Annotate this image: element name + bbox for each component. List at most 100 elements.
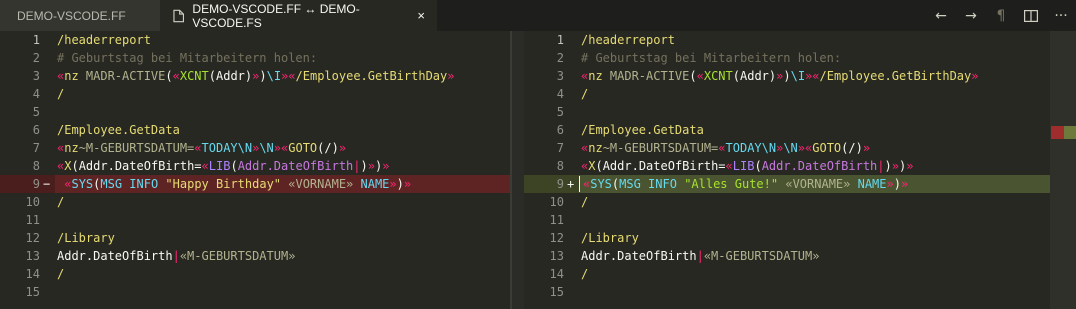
code-token: / xyxy=(57,195,65,209)
overview-ruler[interactable] xyxy=(1050,31,1076,309)
code-line[interactable]: 1/headerreport xyxy=(0,31,510,49)
line-number: 12 xyxy=(549,231,564,245)
code-token: / xyxy=(57,87,65,101)
code-token: NAME xyxy=(353,177,390,191)
next-change-icon[interactable]: → xyxy=(956,0,986,31)
code-token: » xyxy=(403,177,412,191)
whitespace-toggle-icon[interactable]: ¶ xyxy=(986,0,1016,31)
code-line[interactable]: 14 / xyxy=(524,265,1050,283)
code-text: /headerreport xyxy=(581,31,675,49)
code-line[interactable]: 3 «nz MADR-ACTIVE(«XCNT(Addr)»)\I»«/Emplo… xyxy=(524,67,1050,85)
code-token: «M-GEBURTSDATUM» xyxy=(703,249,820,263)
code-token: XCNT xyxy=(703,69,733,83)
code-text: /Library xyxy=(581,229,639,247)
line-number-gutter: 6 xyxy=(524,121,576,139)
line-number-gutter: 3 xyxy=(0,67,52,85)
code-line[interactable]: 2 # Geburtstag bei Mitarbeitern holen: xyxy=(524,49,1050,67)
code-line[interactable]: 10 / xyxy=(524,193,1050,211)
code-line[interactable]: 11 xyxy=(0,211,510,229)
code-token: SYS xyxy=(590,177,612,191)
line-number-gutter: 12 xyxy=(0,229,52,247)
code-text: / xyxy=(581,265,588,283)
code-token: MSG INFO xyxy=(619,177,685,191)
line-number-gutter: 6 xyxy=(0,121,52,139)
line-number-gutter: 15 xyxy=(524,283,576,301)
code-line[interactable]: 4/ xyxy=(524,85,1050,103)
code-line[interactable]: 3 «nz MADR-ACTIVE(«XCNT(Addr)»)\I»«/Emplo… xyxy=(0,67,510,85)
code-token: /Employee.GetData xyxy=(57,123,180,137)
line-number-gutter: 4 xyxy=(0,85,52,103)
code-line[interactable]: 1/headerreport xyxy=(524,31,1050,49)
line-number: 14 xyxy=(25,267,40,281)
line-number: 8 xyxy=(32,159,40,173)
inserted-line[interactable]: 9 + «SYS(MSG INFO "Alles Gute!" «VORNAME» … xyxy=(524,175,1050,193)
code-line[interactable]: 15 xyxy=(0,283,510,301)
code-line[interactable]: 8 «X(Addr.DateOfBirth=«LIB(Addr.DateOfBir… xyxy=(524,157,1050,175)
tab-label: DEMO-VSCODE.FF xyxy=(17,8,126,23)
code-token: » xyxy=(273,141,282,155)
line-number: 5 xyxy=(32,105,40,119)
code-line[interactable]: 6/Employee.GetData xyxy=(524,121,1050,139)
code-line[interactable]: 15 xyxy=(524,283,1050,301)
deleted-line[interactable]: 9− «SYS(MSG INFO "Happy Birthday" «VORNA… xyxy=(0,175,510,193)
more-actions-icon[interactable]: ··· xyxy=(1046,0,1076,31)
code-line[interactable]: 7 «nz~M-GEBURTSDATUM=«TODAY\N»\N»«GOTO(/)… xyxy=(524,139,1050,157)
code-token: » xyxy=(891,159,899,173)
code-text: «SYS(MSG INFO "Alles Gute!" «VORNAME» NA… xyxy=(583,175,908,193)
code-token: » xyxy=(338,141,347,155)
code-token: # Geburtstag bei Mitarbeitern holen: xyxy=(57,51,318,65)
line-number: 1 xyxy=(32,33,40,47)
code-token: | xyxy=(353,159,361,173)
code-line[interactable]: 5 xyxy=(0,103,510,121)
line-number-gutter: 12 xyxy=(524,229,576,247)
code-token: "Alles Gute!" xyxy=(684,177,779,191)
code-line[interactable]: 12/Library xyxy=(0,229,510,247)
previous-change-icon[interactable]: ← xyxy=(926,0,956,31)
code-line[interactable]: 4/ xyxy=(0,85,510,103)
code-line[interactable]: 10 / xyxy=(0,193,510,211)
line-number-gutter: 13 xyxy=(524,247,576,265)
code-token: ) xyxy=(259,69,267,83)
code-line[interactable]: 12/Library xyxy=(524,229,1050,247)
original-editor[interactable]: 1/headerreport 2 # Geburtstag bei Mitarbei… xyxy=(0,31,510,309)
code-text: /Employee.GetData xyxy=(581,121,704,139)
modified-editor[interactable]: 1/headerreport 2 # Geburtstag bei Mitarbei… xyxy=(524,31,1050,309)
code-token: | xyxy=(696,249,704,263)
tab-diff[interactable]: DEMO-VSCODE.FF ↔ DEMO-VSCODE.FS × xyxy=(160,0,437,31)
code-text: «nz~M-GEBURTSDATUM=«TODAY\N»\N»«GOTO(/)» xyxy=(57,139,346,157)
line-number: 14 xyxy=(549,267,564,281)
line-number: 13 xyxy=(549,249,564,263)
code-line[interactable]: 8 «X(Addr.DateOfBirth=«LIB(Addr.DateOfBir… xyxy=(0,157,510,175)
code-line[interactable]: 2 # Geburtstag bei Mitarbeitern holen: xyxy=(0,49,510,67)
code-token: /Library xyxy=(581,231,639,245)
code-line[interactable]: 6/Employee.GetData xyxy=(0,121,510,139)
line-number-gutter: 9− xyxy=(0,175,52,193)
code-token: ( xyxy=(230,159,238,173)
code-line[interactable]: 7 «nz~M-GEBURTSDATUM=«TODAY\N»\N»«GOTO(/)… xyxy=(0,139,510,157)
overview-deletion-marker xyxy=(1051,126,1064,139)
line-number-gutter: 4 xyxy=(524,85,576,103)
code-token: » xyxy=(389,177,397,191)
code-token: » xyxy=(906,159,914,173)
diff-sash[interactable] xyxy=(510,31,524,309)
line-number-gutter: 10 xyxy=(524,193,576,211)
code-line[interactable]: 13 Addr.DateOfBirth|«M-GEBURTSDATUM» xyxy=(524,247,1050,265)
code-token: « xyxy=(172,69,180,83)
code-token: /Employee.GetBirthDay xyxy=(819,69,972,83)
split-editor-icon[interactable] xyxy=(1016,0,1046,31)
line-number-gutter: 3 xyxy=(524,67,576,85)
diff-add-icon: + xyxy=(567,177,575,191)
code-line[interactable]: 11 xyxy=(524,211,1050,229)
code-line[interactable]: 5 xyxy=(524,103,1050,121)
code-line[interactable]: 13 Addr.DateOfBirth|«M-GEBURTSDATUM» xyxy=(0,247,510,265)
line-number: 2 xyxy=(32,51,40,65)
code-token: "Happy Birthday" xyxy=(165,177,282,191)
close-icon[interactable]: × xyxy=(417,8,425,23)
code-text: «nz MADR-ACTIVE(«XCNT(Addr)»)\I»«/Employ… xyxy=(581,67,978,85)
line-number: 4 xyxy=(556,87,564,101)
tab-demo-vscode-ff[interactable]: DEMO-VSCODE.FF xyxy=(0,0,160,31)
code-token: /Library xyxy=(57,231,115,245)
code-token: « xyxy=(194,141,202,155)
code-line[interactable]: 14 / xyxy=(0,265,510,283)
line-number-gutter: 7 xyxy=(524,139,576,157)
